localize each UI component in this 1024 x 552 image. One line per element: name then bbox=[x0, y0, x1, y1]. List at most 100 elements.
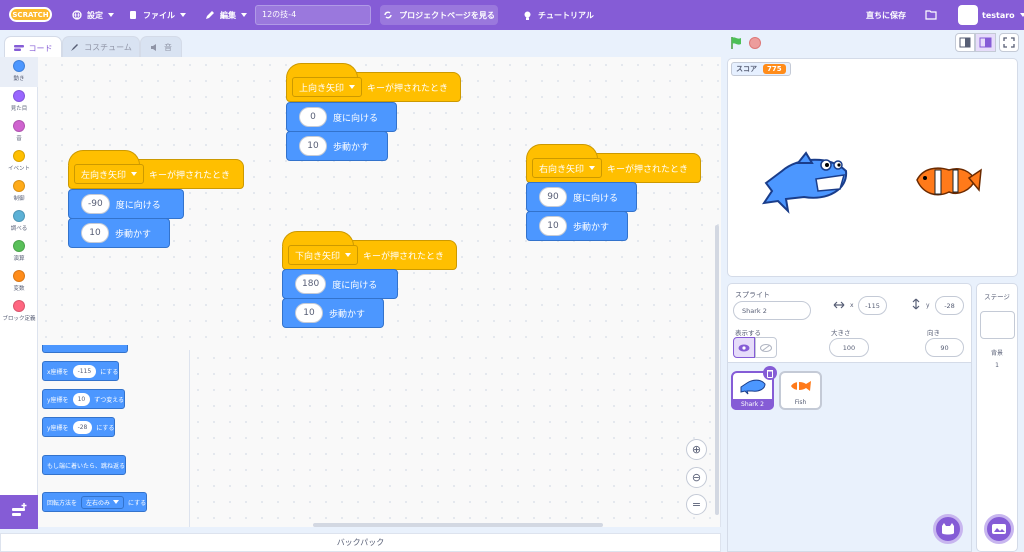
point-in-direction-block[interactable]: 180 度に向ける bbox=[282, 269, 398, 299]
key-dropdown[interactable]: 右向き矢印 bbox=[532, 158, 603, 178]
chevron-down-icon bbox=[345, 253, 352, 257]
palette-change-y-block[interactable]: y座標を 10 ずつ変える bbox=[42, 389, 126, 409]
script-area-lower[interactable] bbox=[190, 350, 721, 527]
edit-menu[interactable]: 編集 bbox=[205, 0, 247, 30]
palette-set-x-block[interactable]: x座標を -115 にする bbox=[42, 361, 120, 381]
category-my-blocks[interactable]: ブロック定義 bbox=[0, 297, 38, 333]
direction-input[interactable]: -90 bbox=[81, 194, 110, 214]
palette-bounce-block[interactable]: もし端に着いたら、跳ね返る bbox=[42, 455, 127, 475]
key-dropdown[interactable]: 左向き矢印 bbox=[74, 164, 145, 184]
direction-input[interactable]: 0 bbox=[299, 107, 327, 127]
tab-sounds[interactable]: 音 bbox=[140, 36, 182, 58]
move-steps-block[interactable]: 10 歩動かす bbox=[286, 131, 388, 161]
zoom-out-button[interactable]: ⊖ bbox=[686, 467, 707, 488]
my-stuff-button[interactable] bbox=[925, 0, 937, 30]
size-label: 大きさ bbox=[831, 329, 851, 337]
zoom-reset-button[interactable]: = bbox=[686, 494, 707, 515]
steps-input[interactable]: 10 bbox=[539, 216, 567, 236]
move-steps-block[interactable]: 10 歩動かす bbox=[68, 218, 170, 248]
point-in-direction-block[interactable]: -90 度に向ける bbox=[68, 189, 184, 219]
see-project-page-button[interactable]: プロジェクトページを見る bbox=[380, 5, 498, 25]
key-dropdown[interactable]: 下向き矢印 bbox=[288, 245, 359, 265]
tutorials-button[interactable]: チュートリアル bbox=[522, 0, 594, 30]
category-sound[interactable]: 音 bbox=[0, 117, 38, 147]
score-monitor[interactable]: スコア 775 bbox=[731, 62, 791, 76]
add-sprite-button[interactable] bbox=[933, 514, 963, 544]
variables-dot-icon bbox=[13, 270, 25, 282]
normal-stage-button[interactable] bbox=[975, 33, 996, 52]
horizontal-scrollbar[interactable] bbox=[313, 523, 603, 527]
direction-input[interactable]: 90 bbox=[925, 338, 964, 357]
stage-thumbnail[interactable] bbox=[980, 311, 1015, 339]
show-visible-button[interactable] bbox=[733, 337, 755, 358]
small-stage-button[interactable] bbox=[955, 33, 975, 52]
add-extension-button[interactable] bbox=[0, 495, 38, 529]
move-steps-block[interactable]: 10 歩動かす bbox=[526, 211, 628, 241]
delete-sprite-button[interactable] bbox=[763, 366, 777, 380]
username: testaro bbox=[982, 10, 1015, 20]
category-motion[interactable]: 動き bbox=[0, 57, 38, 87]
zoom-in-button[interactable]: ⊕ bbox=[686, 439, 707, 460]
fish-sprite[interactable] bbox=[913, 162, 983, 204]
when-up-key-pressed-hat[interactable]: 上向き矢印 キーが押されたとき bbox=[286, 63, 461, 102]
point-in-direction-block[interactable]: 0 度に向ける bbox=[286, 102, 397, 132]
palette-rotation-style-block[interactable]: 回転方法を 左右のみ にする bbox=[42, 492, 148, 512]
steps-input[interactable]: 10 bbox=[299, 136, 327, 156]
sprite-name-input[interactable]: Shark 2 bbox=[733, 301, 811, 320]
cat-face-icon bbox=[942, 523, 954, 535]
when-down-key-pressed-hat[interactable]: 下向き矢印 キーが押されたとき bbox=[282, 231, 457, 270]
equals-icon: = bbox=[691, 498, 702, 511]
project-title-input[interactable]: 12の技-4 bbox=[255, 5, 371, 25]
tab-costumes[interactable]: コスチューム bbox=[62, 36, 140, 58]
show-hidden-button[interactable] bbox=[755, 337, 777, 358]
file-menu[interactable]: ファイル bbox=[128, 0, 186, 30]
size-input[interactable]: 100 bbox=[829, 338, 869, 357]
move-steps-block[interactable]: 10 歩動かす bbox=[282, 298, 384, 328]
block-text: 歩動かす bbox=[333, 142, 370, 153]
x-position-input[interactable]: -115 bbox=[858, 296, 887, 315]
block-text: 歩動かす bbox=[329, 309, 366, 320]
category-looks[interactable]: 見た目 bbox=[0, 87, 38, 117]
steps-input[interactable]: 10 bbox=[81, 223, 109, 243]
avatar[interactable] bbox=[958, 5, 978, 25]
fullscreen-button[interactable] bbox=[999, 33, 1019, 52]
block-number-input[interactable]: -115 bbox=[72, 364, 97, 378]
steps-input[interactable]: 10 bbox=[295, 303, 323, 323]
stage-canvas[interactable]: スコア 775 bbox=[727, 58, 1018, 277]
category-events[interactable]: イベント bbox=[0, 147, 38, 177]
category-operators[interactable]: 演算 bbox=[0, 237, 38, 267]
shark-sprite[interactable] bbox=[758, 149, 850, 215]
y-position-input[interactable]: -28 bbox=[935, 296, 964, 315]
block-number-input[interactable]: 10 bbox=[72, 392, 91, 406]
category-sensing[interactable]: 調べる bbox=[0, 207, 38, 237]
when-right-key-pressed-hat[interactable]: 右向き矢印 キーが押されたとき bbox=[526, 144, 701, 183]
block-number-input[interactable]: -28 bbox=[72, 420, 93, 434]
dropdown-value: 左向き矢印 bbox=[81, 170, 127, 181]
when-left-key-pressed-hat[interactable]: 左向き矢印 キーが押されたとき bbox=[68, 150, 244, 189]
backdrops-count: 1 bbox=[995, 362, 999, 369]
point-in-direction-block[interactable]: 90 度に向ける bbox=[526, 182, 637, 212]
tab-sounds-label: 音 bbox=[164, 43, 172, 52]
scratch-logo[interactable]: SCRATCH bbox=[9, 7, 52, 22]
direction-input[interactable]: 180 bbox=[295, 274, 327, 294]
palette-block-partial[interactable] bbox=[42, 345, 128, 353]
category-variables[interactable]: 変数 bbox=[0, 267, 38, 297]
rotation-style-dropdown[interactable]: 左右のみ bbox=[81, 495, 125, 509]
category-control[interactable]: 制御 bbox=[0, 177, 38, 207]
palette-set-y-block[interactable]: y座標を -28 にする bbox=[42, 417, 116, 437]
tab-code[interactable]: コード bbox=[4, 36, 62, 59]
green-flag-icon[interactable] bbox=[729, 36, 743, 50]
sprite-name-label: Fish bbox=[794, 399, 807, 406]
block-text: 度に向ける bbox=[333, 113, 379, 124]
key-dropdown[interactable]: 上向き矢印 bbox=[292, 77, 363, 97]
sprite-thumbnail-fish[interactable]: Fish bbox=[779, 371, 822, 410]
add-backdrop-button[interactable] bbox=[984, 514, 1014, 544]
stop-icon[interactable] bbox=[749, 37, 761, 49]
vertical-scrollbar[interactable] bbox=[715, 225, 719, 515]
settings-menu[interactable]: 設定 bbox=[72, 0, 114, 30]
save-now-button[interactable]: 直ちに保存 bbox=[866, 0, 906, 30]
direction-input[interactable]: 90 bbox=[539, 187, 567, 207]
backpack[interactable]: バックパック bbox=[0, 533, 721, 552]
code-icon bbox=[13, 45, 24, 51]
account-menu[interactable]: testaro bbox=[982, 0, 1024, 30]
